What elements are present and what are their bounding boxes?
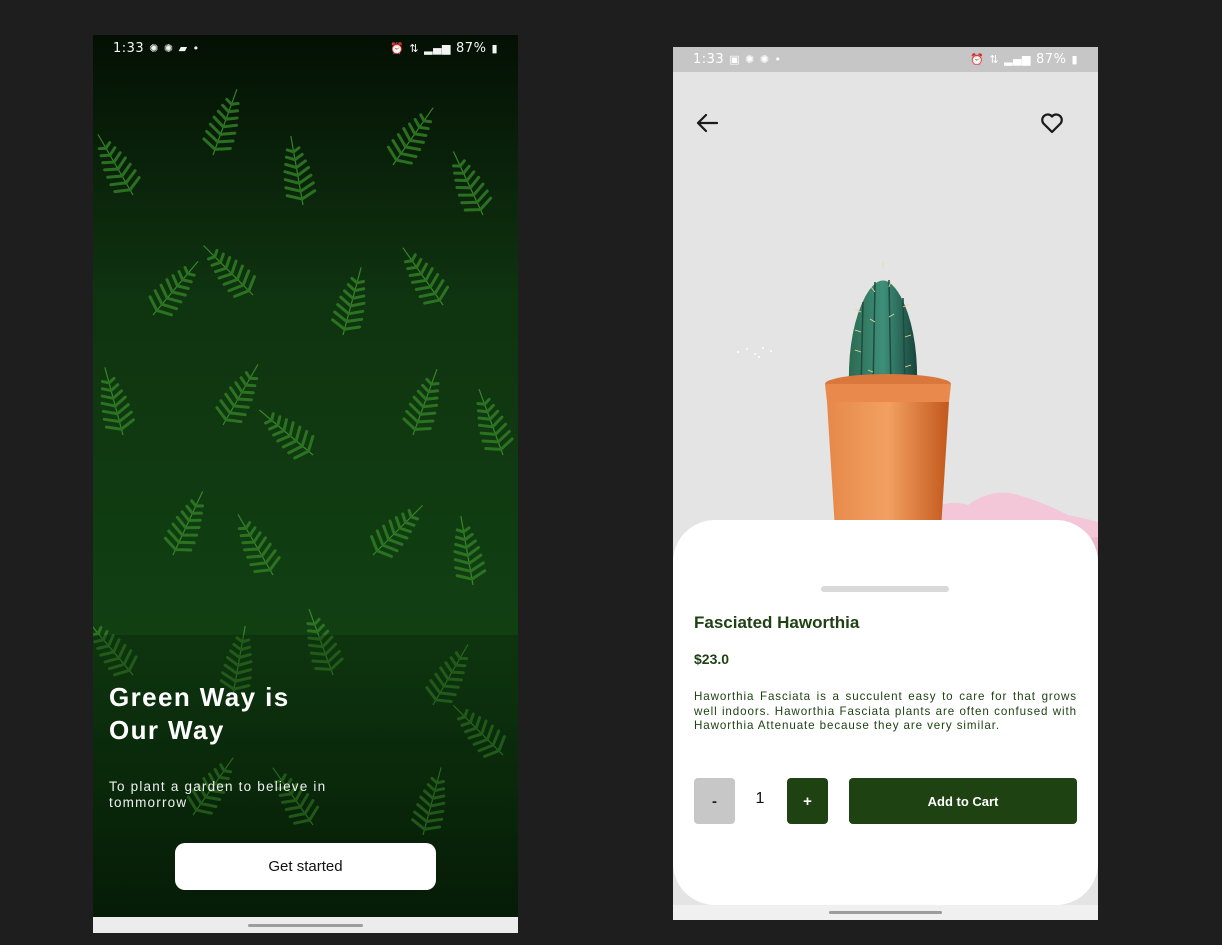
battery-icon: ▮ [491,41,498,55]
dot-icon: • [774,53,782,66]
alarm-icon: ⏰ [390,41,405,55]
add-to-cart-button[interactable]: Add to Cart [849,778,1077,824]
decrease-quantity-button[interactable]: - [694,778,735,824]
message-icon: ▰ [178,41,188,55]
image-icon: ▣ [729,53,741,66]
hero-title-line-1: Green Way is [109,682,290,712]
data-icon: ⇅ [409,41,420,55]
battery-level: 87% [456,40,487,56]
hero-title-line-2: Our Way [109,715,225,745]
data-icon: ⇅ [989,53,1000,66]
get-started-button[interactable]: Get started [175,843,436,890]
sync-icon: ✺ [745,53,755,66]
battery-icon: ▮ [1071,53,1078,66]
product-detail-screen: 1:33 ▣ ✺ ✺ • ⏰ ⇅ ▂▄▆ 87% ▮ Fasciated Haw… [673,47,1098,920]
status-bar: 1:33 ▣ ✺ ✺ • ⏰ ⇅ ▂▄▆ 87% ▮ [673,47,1098,72]
product-price: $23.0 [694,651,730,667]
sync-icon: ✺ [149,41,159,55]
sync-icon: ✺ [759,53,770,66]
arrow-left-icon[interactable] [693,111,721,135]
product-description: Haworthia Fasciata is a succulent easy t… [694,690,1077,732]
status-time: 1:33 [113,40,145,56]
home-gesture-handle[interactable] [248,924,363,927]
product-name: Fasciated Haworthia [694,613,860,632]
signal-icon: ▂▄▆ [424,41,452,55]
signal-icon: ▂▄▆ [1004,53,1032,66]
sync-icon: ✺ [163,41,174,55]
heart-outline-icon[interactable] [1039,110,1065,136]
decorative-specks [737,347,772,358]
hero-subtitle: To plant a garden to believe in tommorro… [109,779,327,810]
status-time: 1:33 [693,52,725,67]
status-bar: 1:33 ✺ ✺ ▰ • ⏰ ⇅ ▂▄▆ 87% ▮ [93,35,518,61]
alarm-icon: ⏰ [970,53,985,66]
battery-level: 87% [1036,52,1067,67]
dot-icon: • [192,41,200,55]
home-gesture-handle[interactable] [829,911,942,914]
cactus-product-image [825,262,951,562]
onboarding-screen: 1:33 ✺ ✺ ▰ • ⏰ ⇅ ▂▄▆ 87% ▮ Green Way is … [93,35,518,933]
quantity-value: 1 [755,790,765,807]
sheet-drag-handle[interactable] [821,586,949,592]
increase-quantity-button[interactable]: + [787,778,828,824]
hero-title: Green Way is Our Way [109,681,369,747]
